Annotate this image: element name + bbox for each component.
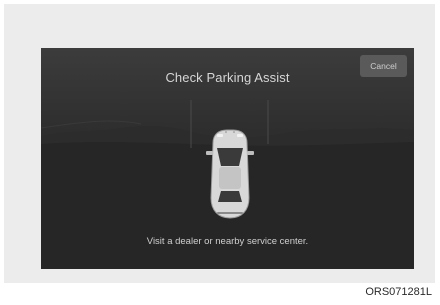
- figure-background: Check Parking Assist Cancel Visit a deal…: [4, 4, 435, 283]
- car-roof: [219, 167, 241, 189]
- car-headlight: [237, 134, 243, 137]
- car-mirror: [247, 151, 254, 155]
- dialog-message: Visit a dealer or nearby service center.: [146, 236, 309, 247]
- car-windshield: [217, 148, 243, 166]
- sensor-dot: [233, 131, 235, 133]
- car-rear-window: [218, 191, 242, 202]
- sensor-dot: [225, 131, 227, 133]
- car-mirror: [206, 151, 213, 155]
- dialog-title: Check Parking Assist: [165, 70, 290, 85]
- cancel-button[interactable]: Cancel: [360, 55, 407, 77]
- figure-code: ORS071281L: [365, 286, 432, 298]
- parking-assist-screen: Check Parking Assist Cancel Visit a deal…: [41, 48, 414, 269]
- car-headlight: [217, 134, 223, 137]
- car-taillight: [217, 212, 243, 214]
